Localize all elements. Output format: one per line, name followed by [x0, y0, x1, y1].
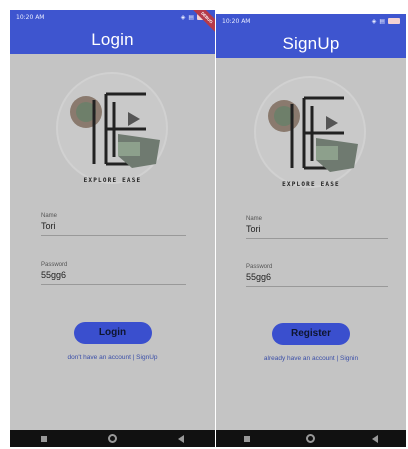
status-bar: 10:20 AM ◈ ▤: [216, 14, 406, 28]
back-icon[interactable]: [178, 434, 185, 443]
battery-icon: [388, 18, 400, 24]
app-bar: 10:20 AM ◈ ▤ SignUp: [216, 14, 406, 58]
recent-apps-icon[interactable]: [244, 435, 251, 442]
password-underline: [41, 284, 186, 285]
page-title: Login: [91, 30, 134, 49]
name-underline: [246, 238, 388, 239]
nav-bar: [216, 430, 406, 447]
login-screen: 10:20 AM ◈ ▤ DEBUG Login EXPLORE EASE Na…: [10, 10, 215, 447]
status-icons: ◈ ▤: [372, 18, 400, 25]
logo-text: EXPLORE EASE: [83, 177, 142, 184]
password-underline: [246, 286, 388, 287]
password-input[interactable]: 55gg6: [246, 272, 388, 282]
app-logo: EXPLORE EASE: [48, 72, 178, 192]
signup-screen: 10:20 AM ◈ ▤ SignUp EXPLORE EASE Name To…: [216, 14, 406, 447]
password-label: Password: [246, 264, 273, 270]
wifi-icon: ▤: [379, 17, 385, 25]
name-field[interactable]: Name Tori: [246, 216, 388, 239]
name-field[interactable]: Name Tori: [41, 213, 186, 236]
app-logo: EXPLORE EASE: [246, 76, 376, 196]
signal-icon: ◈: [180, 13, 186, 21]
signal-icon: ◈: [371, 17, 377, 25]
password-field[interactable]: Password 55gg6: [41, 262, 186, 285]
status-bar: 10:20 AM ◈ ▤: [10, 10, 215, 24]
password-input[interactable]: 55gg6: [41, 270, 186, 280]
app-bar: 10:20 AM ◈ ▤ DEBUG Login: [10, 10, 215, 54]
back-icon[interactable]: [371, 434, 378, 443]
status-time: 10:20 AM: [16, 13, 45, 21]
status-time: 10:20 AM: [222, 17, 251, 25]
name-input[interactable]: Tori: [41, 221, 186, 231]
home-icon[interactable]: [306, 434, 316, 443]
explore-ease-logo-icon: [69, 92, 160, 168]
wifi-icon: ▤: [188, 13, 194, 21]
name-label: Name: [246, 216, 263, 222]
page-title: SignUp: [282, 34, 340, 53]
login-button[interactable]: Login: [73, 322, 152, 344]
recent-apps-icon[interactable]: [40, 435, 47, 442]
signin-link[interactable]: already have an account | Signin: [216, 355, 406, 362]
password-label: Password: [41, 262, 68, 268]
name-input[interactable]: Tori: [246, 224, 388, 234]
name-underline: [41, 235, 186, 236]
home-icon[interactable]: [107, 434, 117, 443]
logo-text: EXPLORE EASE: [282, 181, 340, 188]
register-button[interactable]: Register: [272, 323, 350, 345]
nav-bar: [10, 430, 215, 447]
password-field[interactable]: Password 55gg6: [246, 264, 388, 287]
signup-link[interactable]: don't have an account | SignUp: [10, 354, 215, 361]
explore-ease-logo-icon: [268, 96, 358, 172]
name-label: Name: [41, 213, 58, 219]
